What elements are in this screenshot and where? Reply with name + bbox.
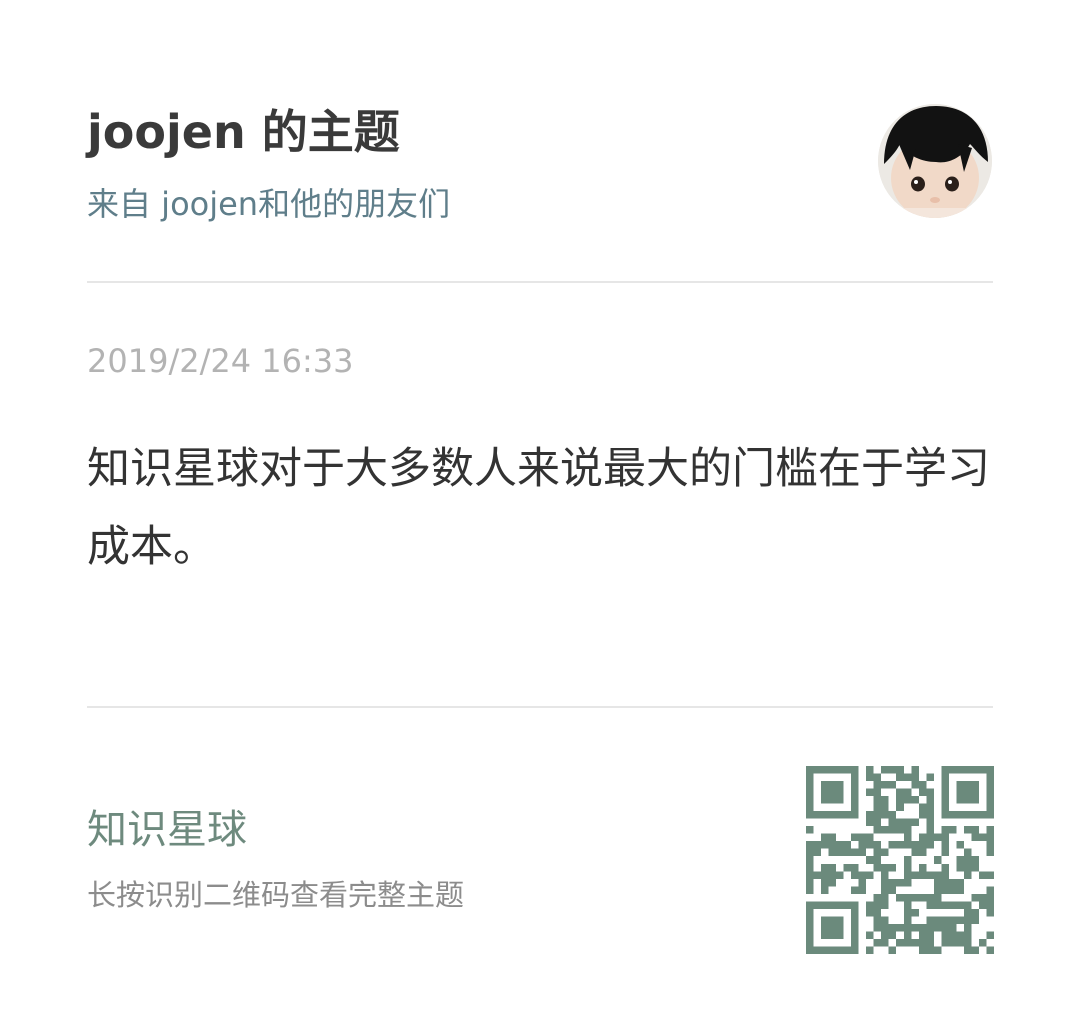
brand-name: 知识星球 (87, 807, 247, 853)
topic-source: 来自 joojen和他的朋友们 (87, 185, 451, 223)
header-divider (87, 281, 993, 283)
post-content: 知识星球对于大多数人来说最大的门槛在于学习成本。 (87, 444, 990, 572)
topic-share-card: joojen 的主题 来自 joojen和他的朋友们 2019/2/24 16:… (0, 0, 1080, 1011)
qr-hint: 长按识别二维码查看完整主题 (87, 878, 465, 912)
qr-code-icon[interactable] (806, 766, 994, 954)
post-timestamp: 2019/2/24 16:33 (87, 342, 354, 380)
topic-title: joojen 的主题 (87, 105, 400, 159)
footer-divider (87, 706, 993, 708)
avatar (878, 104, 992, 218)
avatar-photo-icon (878, 104, 992, 218)
